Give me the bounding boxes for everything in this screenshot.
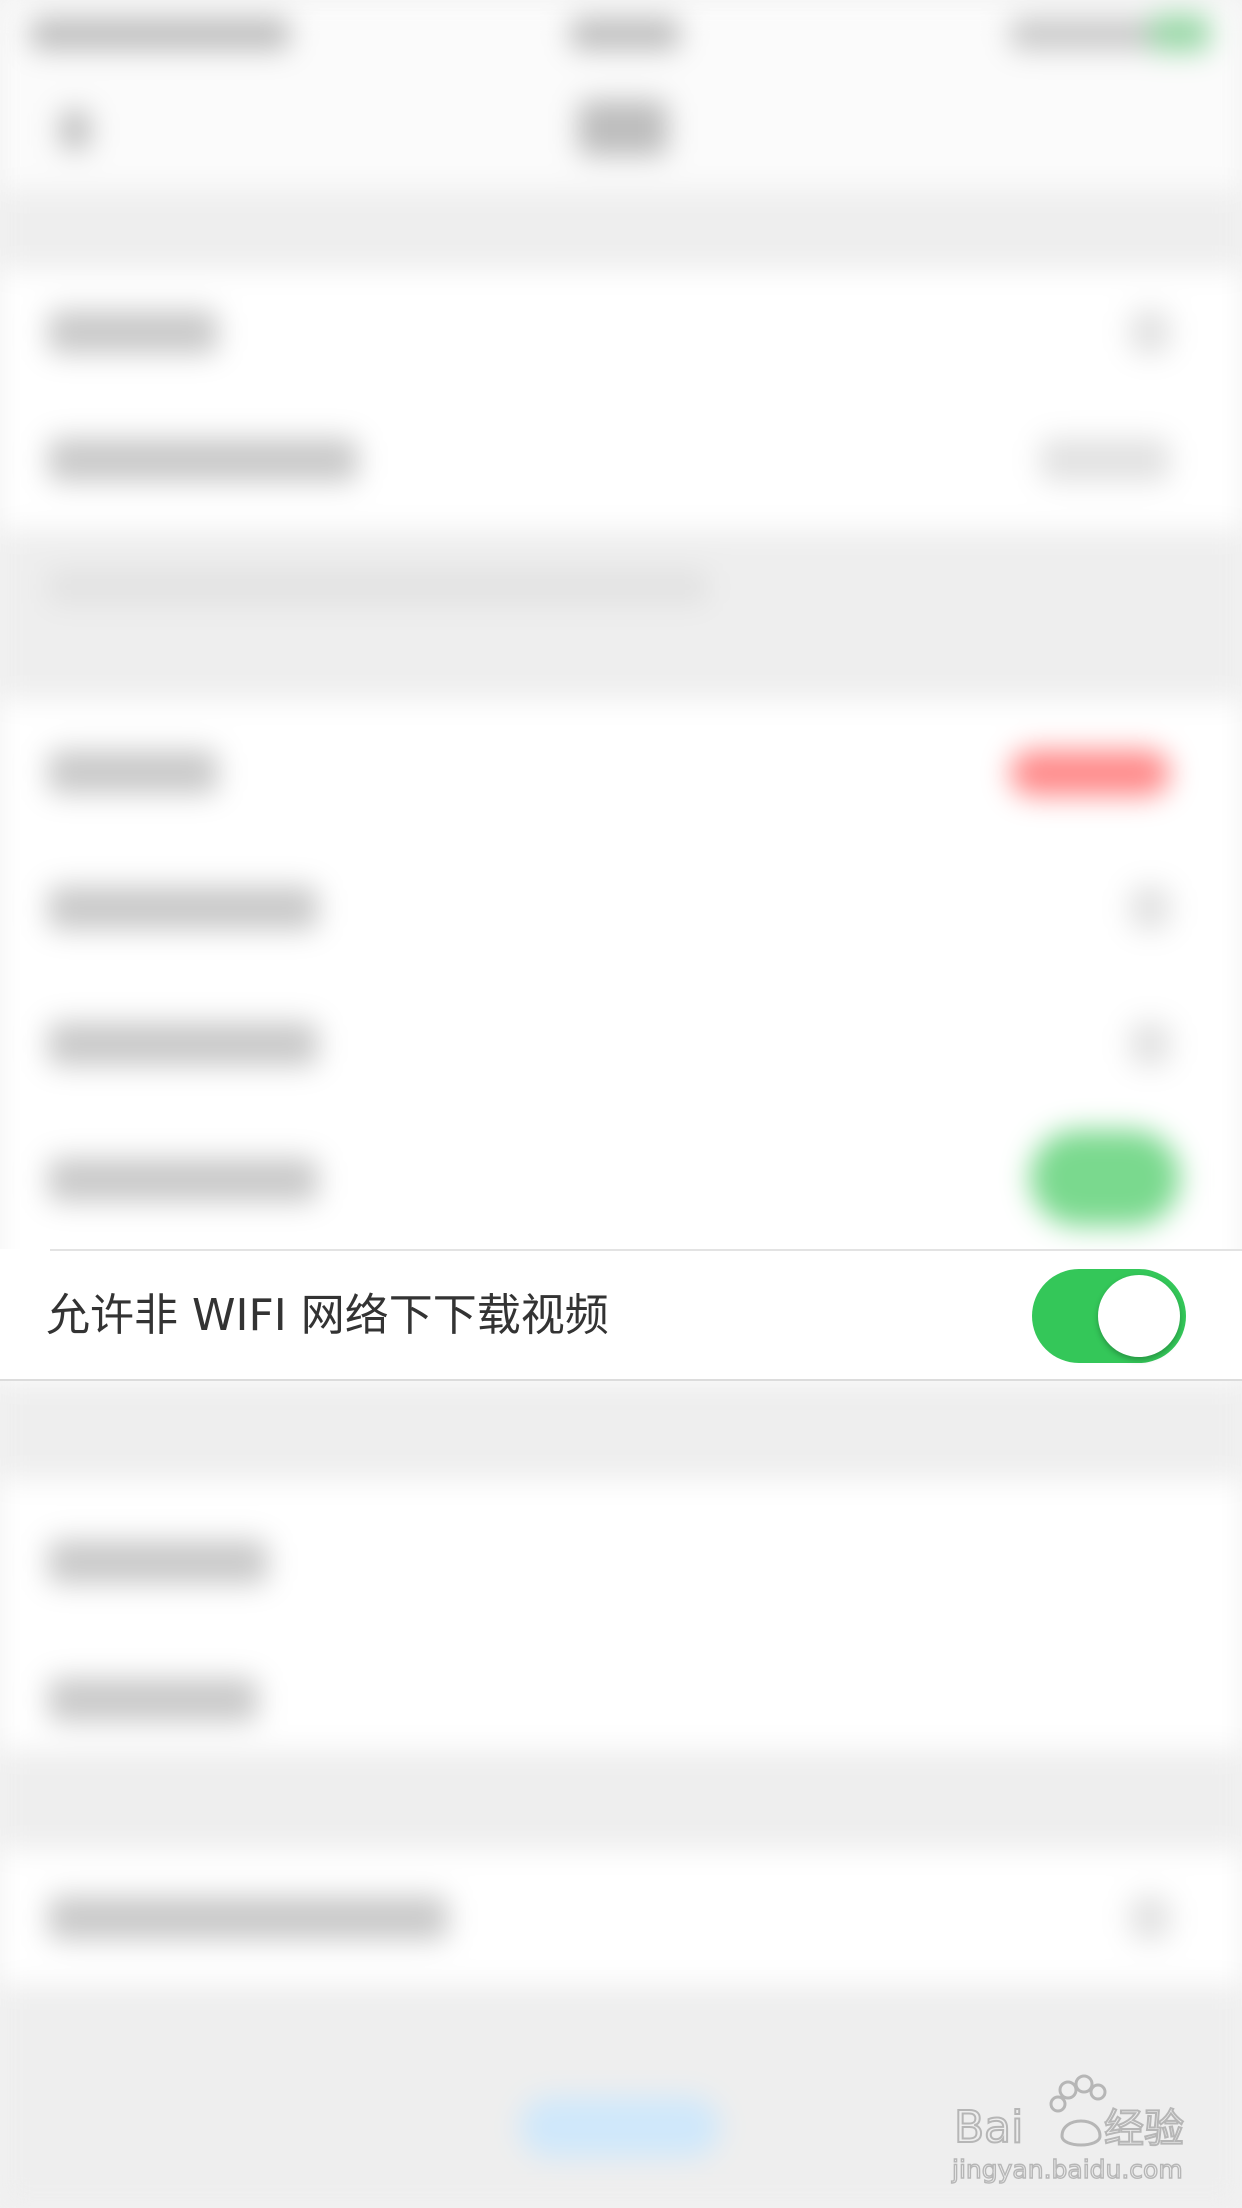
status-bar xyxy=(0,0,1242,70)
allow-non-wifi-download-toggle[interactable] xyxy=(1032,1269,1186,1363)
screen: 允许非 WIFI 网络下下载视频 Bai 经验 jingyan.baidu.co… xyxy=(0,0,1242,2208)
baidu-watermark-logo: Bai 经验 jingyan.baidu.com xyxy=(950,2074,1185,2185)
blurred-background xyxy=(0,0,1242,2208)
nav-bar xyxy=(0,70,1242,190)
svg-text:jingyan.baidu.com: jingyan.baidu.com xyxy=(951,2155,1183,2184)
svg-text:Bai: Bai xyxy=(954,2102,1023,2153)
toggle-knob xyxy=(1098,1275,1180,1357)
allow-non-wifi-download-row[interactable]: 允许非 WIFI 网络下下载视频 xyxy=(0,1249,1242,1381)
svg-text:经验: 经验 xyxy=(1104,2106,1184,2152)
setting-label: 允许非 WIFI 网络下下载视频 xyxy=(46,1290,609,1341)
row-separator-inset xyxy=(0,1249,50,1251)
